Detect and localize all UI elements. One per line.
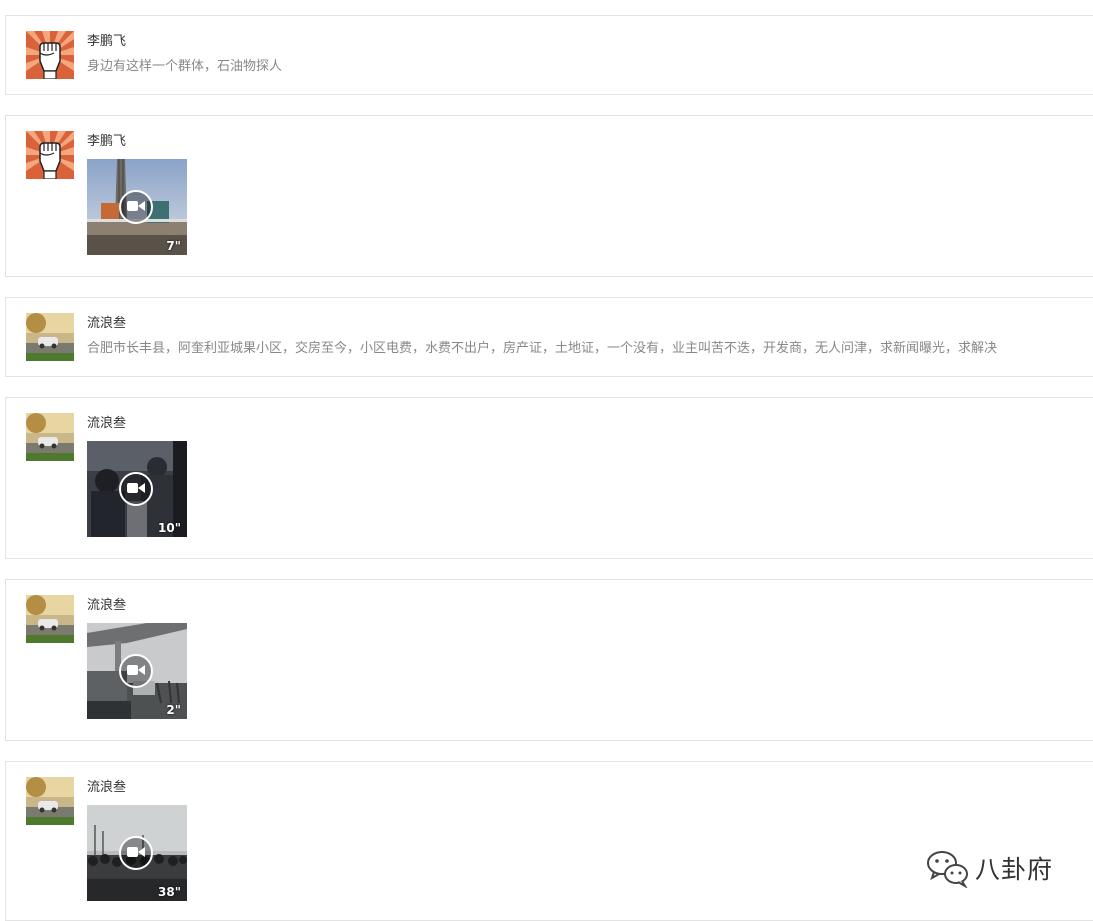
sender-name: 流浪叁	[87, 780, 127, 795]
play-icon	[119, 190, 153, 224]
message-card: 流浪叁 2"	[5, 579, 1093, 741]
video-message[interactable]: 2"	[87, 623, 187, 719]
sender-name: 流浪叁	[87, 416, 127, 431]
avatar[interactable]	[26, 777, 74, 825]
avatar[interactable]	[26, 595, 74, 643]
message-feed: 李鹏飞 身边有这样一个群体，石油物探人 李鹏飞 7" 流浪叁 合肥市长丰县，阿奎…	[0, 0, 1093, 921]
watermark-text: 八卦府	[975, 855, 1054, 884]
avatar[interactable]	[26, 313, 74, 361]
message-card: 流浪叁 38"	[5, 761, 1093, 921]
avatar[interactable]	[26, 413, 74, 461]
video-duration: 38"	[158, 885, 181, 899]
sender-name: 流浪叁	[87, 316, 127, 331]
video-message[interactable]: 38"	[87, 805, 187, 901]
play-icon	[119, 836, 153, 870]
video-message[interactable]: 7"	[87, 159, 187, 255]
watermark: 八卦府	[925, 848, 1053, 888]
message-text: 身边有这样一个群体，石油物探人	[87, 59, 283, 74]
message-card: 流浪叁 10"	[5, 397, 1093, 559]
raised-fist-icon[interactable]	[26, 31, 74, 79]
play-icon	[119, 654, 153, 688]
video-message[interactable]: 10"	[87, 441, 187, 537]
video-duration: 10"	[158, 521, 181, 535]
sender-name: 流浪叁	[87, 598, 127, 613]
video-duration: 2"	[166, 703, 181, 717]
wechat-icon	[927, 851, 968, 888]
video-duration: 7"	[166, 239, 181, 253]
play-icon	[119, 472, 153, 506]
message-card: 李鹏飞 身边有这样一个群体，石油物探人	[5, 15, 1093, 95]
message-card: 李鹏飞 7"	[5, 115, 1093, 277]
raised-fist-icon[interactable]	[26, 131, 74, 179]
message-card: 流浪叁 合肥市长丰县，阿奎利亚城果小区，交房至今，小区电费，水费不出户，房产证，…	[5, 297, 1093, 377]
sender-name: 李鹏飞	[87, 34, 127, 49]
sender-name: 李鹏飞	[87, 134, 127, 149]
message-text: 合肥市长丰县，阿奎利亚城果小区，交房至今，小区电费，水费不出户，房产证，土地证，…	[87, 341, 998, 356]
